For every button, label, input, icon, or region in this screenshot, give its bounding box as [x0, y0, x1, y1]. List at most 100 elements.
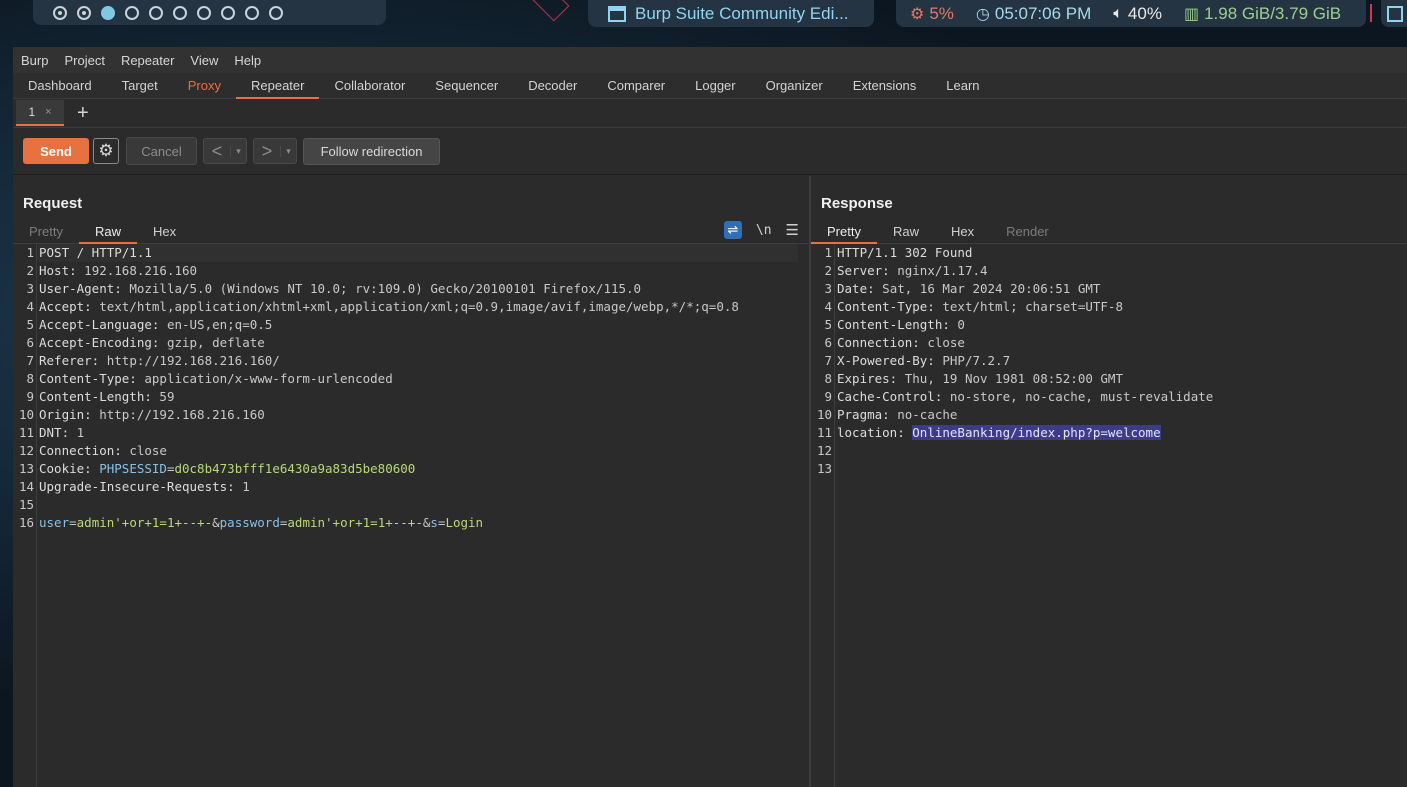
wrap-lines-icon[interactable]: ⇌ [723, 221, 742, 239]
workspace-5[interactable] [149, 5, 163, 20]
volume-icon: 🔈︎ [1113, 4, 1123, 22]
clock-indicator[interactable]: ◷ 05:07:06 PM [976, 4, 1091, 24]
header-name: Referer: [39, 353, 100, 368]
line-number: 14 [18, 479, 34, 494]
workspace-7[interactable] [197, 5, 211, 20]
header-value: gzip, deflate [159, 335, 265, 350]
response-tab-raw[interactable]: Raw [877, 220, 935, 243]
active-window-title[interactable]: Burp Suite Community Edi... [588, 0, 874, 27]
workspace-9[interactable] [245, 5, 259, 20]
show-newlines-icon[interactable]: \n [756, 223, 772, 238]
response-tab-pretty[interactable]: Pretty [811, 220, 877, 244]
response-tab-render[interactable]: Render [990, 220, 1065, 243]
request-tab-raw[interactable]: Raw [78, 220, 137, 244]
request-editor[interactable]: 1 POST / HTTP/1.1 2 Host: 192.168.216.160 3 U… [13, 244, 809, 787]
workspace-2[interactable] [77, 5, 91, 20]
line-content: Content-Length: 0 [837, 316, 965, 334]
memory-indicator[interactable]: ▥ 1.98 GiB/3.79 GiB [1184, 4, 1341, 24]
add-tab-button[interactable]: + [77, 103, 89, 123]
tab-organizer[interactable]: Organizer [751, 78, 838, 98]
tray-extra[interactable] [1381, 0, 1407, 27]
line-content: location: OnlineBanking/index.php?p=welc… [837, 424, 1161, 442]
workspace-8[interactable] [221, 5, 235, 20]
request-tab-pretty[interactable]: Pretty [13, 220, 79, 243]
follow-redirection-button[interactable]: Follow redirection [303, 137, 440, 165]
forward-arrow-icon[interactable]: > [254, 142, 280, 160]
line-content: Content-Type: application/x-www-form-url… [39, 370, 393, 388]
tab-logger[interactable]: Logger [680, 78, 750, 98]
header-name: Content-Length: [39, 389, 152, 404]
send-button[interactable]: Send [23, 138, 89, 164]
line-number: 7 [824, 353, 832, 368]
repeater-tab-1[interactable]: 1 × [16, 100, 64, 126]
header-name: Content-Length: [837, 317, 950, 332]
settings-gear-icon[interactable]: ⚙ [93, 138, 119, 164]
line-number: 15 [18, 497, 34, 512]
window-icon [608, 5, 626, 22]
tab-proxy[interactable]: Proxy [173, 78, 236, 98]
tab-dashboard[interactable]: Dashboard [13, 78, 107, 98]
tab-learn[interactable]: Learn [931, 78, 994, 98]
line-number: 9 [26, 389, 34, 404]
menu-burp[interactable]: Burp [13, 53, 56, 68]
workspace-10[interactable] [269, 5, 283, 20]
menu-icon[interactable]: ☰ [786, 221, 799, 239]
history-forward[interactable]: > ▾ [253, 138, 297, 164]
menu-repeater[interactable]: Repeater [113, 53, 182, 68]
line-number: 5 [26, 317, 34, 332]
cpu-indicator[interactable]: ⚙ 5% [910, 4, 954, 24]
line-number: 3 [824, 281, 832, 296]
menu-project[interactable]: Project [56, 53, 112, 68]
header-name: Connection: [837, 335, 920, 350]
response-pane: Response Pretty Raw Hex Render 1 HTTP/1.1 30… [811, 176, 1407, 787]
tab-decoder[interactable]: Decoder [513, 78, 592, 98]
cancel-button[interactable]: Cancel [126, 137, 197, 165]
response-editor[interactable]: 1 HTTP/1.1 302 Found 2 Server: nginx/1.17.4… [811, 244, 1407, 787]
line-content: Accept: text/html,application/xhtml+xml,… [39, 298, 739, 316]
line-number: 16 [18, 515, 34, 530]
burp-window: Burp Project Repeater View Help Dashboard Tar… [13, 47, 1407, 787]
volume-value: 40% [1127, 3, 1162, 23]
header-name: Cache-Control: [837, 389, 943, 404]
tab-sequencer[interactable]: Sequencer [420, 78, 513, 98]
close-icon[interactable]: × [45, 106, 51, 118]
location-selected-text[interactable]: OnlineBanking/index.php?p=welcome [912, 425, 1161, 440]
line-number: 4 [26, 299, 34, 314]
workspace-1[interactable] [53, 5, 67, 20]
line-content: Connection: close [39, 442, 167, 460]
tab-repeater[interactable]: Repeater [235, 78, 320, 99]
param-name: user [39, 515, 70, 530]
request-tab-hex[interactable]: Hex [137, 220, 192, 243]
workspace-6[interactable] [173, 5, 187, 20]
header-name: Cookie: [39, 461, 92, 476]
workspace-3[interactable] [101, 5, 115, 20]
menu-help[interactable]: Help [226, 53, 269, 68]
header-name: User-Agent: [39, 281, 122, 296]
history-back[interactable]: < ▾ [203, 138, 247, 164]
volume-indicator[interactable]: 🔈︎ 40% [1113, 4, 1162, 24]
header-name: Upgrade-Insecure-Requests: [39, 479, 235, 494]
line-number: 1 [824, 245, 832, 260]
back-dropdown-icon[interactable]: ▾ [230, 145, 246, 157]
tab-comparer[interactable]: Comparer [592, 78, 680, 98]
line-content: Connection: close [837, 334, 965, 352]
line-number: 2 [26, 263, 34, 278]
line-content: Cache-Control: no-store, no-cache, must-… [837, 388, 1213, 406]
header-value: 0 [949, 317, 965, 332]
header-value: Mozilla/5.0 (Windows NT 10.0; rv:109.0) … [121, 281, 642, 296]
tab-collaborator[interactable]: Collaborator [319, 78, 420, 98]
response-tab-hex[interactable]: Hex [935, 220, 990, 243]
line-number: 12 [816, 443, 832, 458]
back-arrow-icon[interactable]: < [204, 142, 230, 160]
menu-bar: Burp Project Repeater View Help [13, 47, 1407, 73]
tab-extensions[interactable]: Extensions [838, 78, 932, 98]
line-number: 2 [824, 263, 832, 278]
memory-icon: ▥ [1183, 5, 1200, 23]
menu-view[interactable]: View [182, 53, 226, 68]
header-name: Expires: [837, 371, 898, 386]
system-topbar: Burp Suite Community Edi... ⚙ 5% ◷ 05:07… [0, 0, 1407, 36]
line-content: Cookie: PHPSESSID=d0c8b473bfff1e6430a9a8… [39, 460, 415, 478]
workspace-4[interactable] [125, 5, 139, 20]
tab-target[interactable]: Target [107, 78, 173, 98]
forward-dropdown-icon[interactable]: ▾ [280, 145, 296, 157]
